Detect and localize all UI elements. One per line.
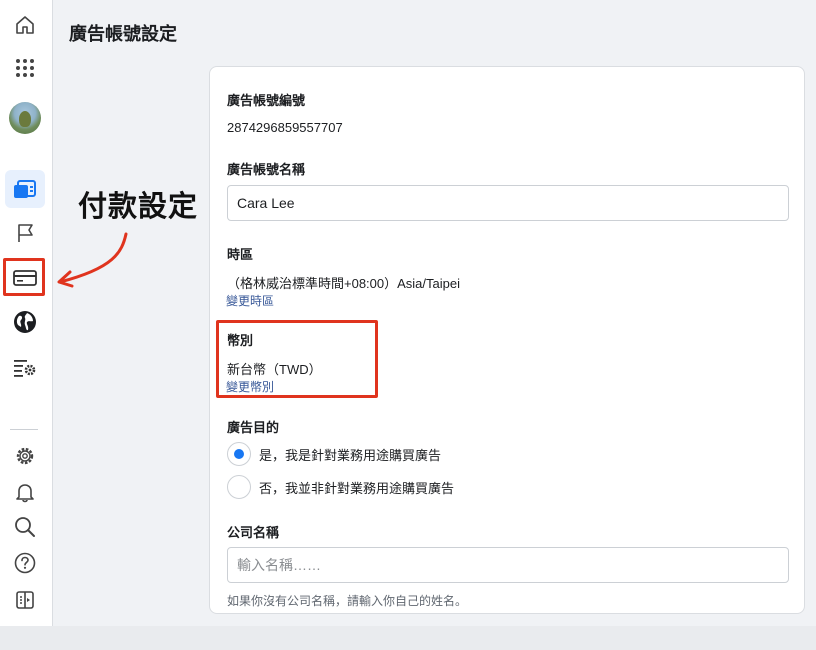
currency-highlight-box: [216, 320, 378, 398]
annotation-arrow-icon: [57, 232, 128, 288]
annotation-label: 付款設定: [78, 191, 199, 223]
flag-icon: [18, 224, 33, 242]
list-settings-icon: [14, 360, 36, 377]
radio-business[interactable]: [227, 442, 251, 466]
sidebar-item-profile[interactable]: [5, 99, 45, 137]
billing-highlight-box: [3, 258, 45, 296]
bell-icon: [16, 484, 34, 503]
sidebar-item-ads-manager[interactable]: [5, 170, 45, 208]
change-timezone-link[interactable]: 變更時區: [226, 292, 274, 309]
gear-icon: [16, 447, 34, 465]
sidebar: [0, 0, 53, 626]
globe-icon: [14, 311, 36, 333]
sidebar-item-help[interactable]: [5, 544, 45, 582]
bottom-strip: [0, 626, 816, 650]
sidebar-divider: [10, 429, 38, 430]
account-id-label: 廣告帳號編號: [227, 93, 306, 108]
account-id-value: 2874296859557707: [227, 120, 343, 135]
purpose-option-business[interactable]: 是，我是針對業務用途購買廣告: [227, 442, 441, 466]
purpose-option-business-label: 是，我是針對業務用途購買廣告: [259, 447, 442, 463]
sidebar-item-settings-list[interactable]: [5, 349, 45, 387]
account-name-label: 廣告帳號名稱: [227, 162, 306, 177]
home-icon: [16, 16, 34, 34]
timezone-value: （格林威治標準時間+08:00）Asia/Taipei: [227, 276, 460, 291]
ads-manager-icon: [14, 180, 36, 198]
sidebar-item-settings[interactable]: [5, 437, 45, 475]
grid-icon: [16, 59, 34, 77]
sidebar-item-home[interactable]: [5, 6, 45, 44]
company-name-field[interactable]: [227, 547, 789, 583]
company-name-label: 公司名稱: [227, 525, 280, 540]
account-name-field[interactable]: [227, 185, 789, 221]
company-name-hint: 如果你沒有公司名稱，請輸入你自己的姓名。: [227, 594, 468, 608]
radio-personal[interactable]: [227, 475, 251, 499]
sidebar-item-search[interactable]: [5, 508, 45, 546]
sidebar-item-apps[interactable]: [5, 49, 45, 87]
sidebar-item-audience[interactable]: [5, 303, 45, 341]
ad-purpose-label: 廣告目的: [227, 420, 280, 435]
timezone-label: 時區: [227, 247, 254, 262]
page-title: 廣告帳號設定: [69, 24, 177, 44]
purpose-option-personal[interactable]: 否，我並非針對業務用途購買廣告: [227, 475, 454, 499]
purpose-option-personal-label: 否，我並非針對業務用途購買廣告: [259, 480, 455, 496]
sidebar-item-panel[interactable]: [5, 581, 45, 619]
sidebar-item-notifications[interactable]: [5, 473, 45, 511]
avatar: [9, 102, 41, 134]
search-icon: [15, 517, 35, 537]
sidebar-item-pages[interactable]: [5, 214, 45, 252]
panel-toggle-icon: [16, 591, 34, 609]
help-icon: [14, 552, 36, 574]
